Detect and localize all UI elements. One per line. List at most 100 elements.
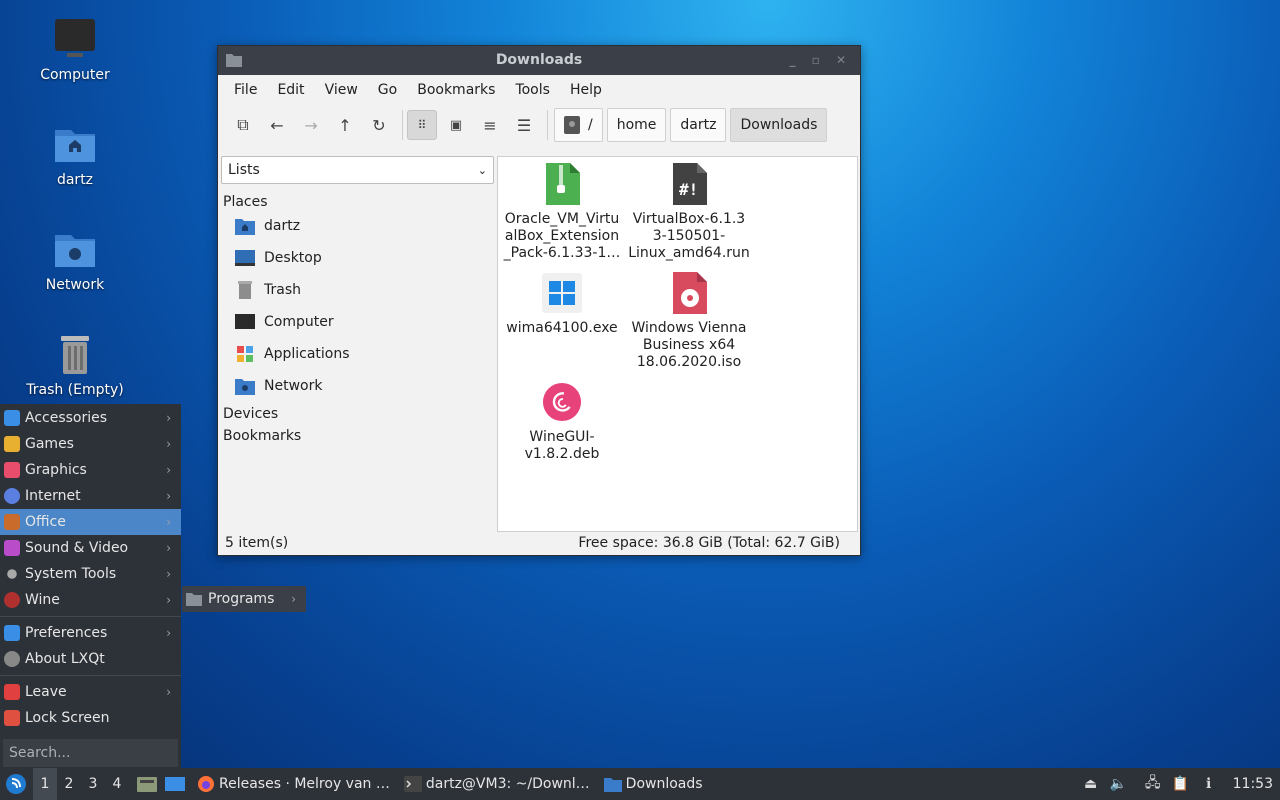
sidebar-item-network[interactable]: Network xyxy=(221,370,494,402)
menu-edit[interactable]: Edit xyxy=(267,82,314,98)
menu-separator xyxy=(0,675,181,676)
windows-exe-icon xyxy=(542,273,582,313)
folder-icon xyxy=(226,54,242,67)
chevron-right-icon: › xyxy=(166,411,171,425)
system-tray: ⏏ 🔈 🖧 📋 ℹ 11:53 xyxy=(1075,768,1280,800)
file-item[interactable]: #! VirtualBox-6.1.3 3-150501- Linux_amd6… xyxy=(625,157,753,262)
update-notification-icon[interactable]: ℹ xyxy=(1197,774,1221,794)
breadcrumb-root[interactable]: / xyxy=(554,108,603,142)
chevron-right-icon: › xyxy=(166,515,171,529)
up-arrow-icon[interactable]: ↑ xyxy=(330,110,360,140)
file-item[interactable]: Windows Vienna Business x64 18.06.2020.i… xyxy=(625,266,753,371)
compact-view-icon[interactable]: ≡ xyxy=(475,110,505,140)
file-item[interactable]: wima64100.exe xyxy=(498,266,626,337)
svg-text:#!: #! xyxy=(679,180,698,199)
chevron-right-icon: › xyxy=(166,626,171,640)
menu-item-internet[interactable]: Internet › xyxy=(0,483,181,509)
status-item-count: 5 item(s) xyxy=(225,535,289,551)
menu-item-sound-video[interactable]: Sound & Video › xyxy=(0,535,181,561)
toolbar-separator xyxy=(402,110,403,140)
show-desktop-icon[interactable] xyxy=(165,776,185,792)
menubar: File Edit View Go Bookmarks Tools Help xyxy=(218,75,860,105)
task-firefox[interactable]: Releases · Melroy van … xyxy=(197,775,390,793)
sidebar-item-computer[interactable]: Computer xyxy=(221,306,494,338)
sidebar-item-trash[interactable]: Trash xyxy=(221,274,494,306)
desktop-icon-home[interactable]: dartz xyxy=(10,122,140,188)
sidebar-item-desktop[interactable]: Desktop xyxy=(221,242,494,274)
wine-icon xyxy=(4,592,20,608)
desktop-icon-computer[interactable]: Computer xyxy=(10,17,140,83)
menu-go[interactable]: Go xyxy=(368,82,407,98)
desktop-icon-label: Computer xyxy=(40,67,110,83)
new-tab-icon[interactable]: ⧉ xyxy=(228,110,258,140)
workspace-4[interactable]: 4 xyxy=(105,776,129,792)
sidebar-item-dartz[interactable]: dartz xyxy=(221,210,494,242)
menu-item-preferences[interactable]: Preferences › xyxy=(0,620,181,646)
file-manager-window[interactable]: Downloads _ ▫ ✕ File Edit View Go Bookma… xyxy=(217,45,861,556)
thumbnail-view-icon[interactable]: ▣ xyxy=(441,110,471,140)
breadcrumb-downloads[interactable]: Downloads xyxy=(730,108,828,142)
menu-item-system-tools[interactable]: System Tools › xyxy=(0,561,181,587)
menu-view[interactable]: View xyxy=(315,82,368,98)
firefox-icon xyxy=(198,776,214,792)
menu-item-about-lxqt[interactable]: About LXQt xyxy=(0,646,181,672)
menu-item-accessories[interactable]: Accessories › xyxy=(0,405,181,431)
bookmarks-heading[interactable]: Bookmarks xyxy=(221,428,494,444)
lxqt-start-icon[interactable] xyxy=(5,773,27,795)
menu-item-office[interactable]: Office › xyxy=(0,509,181,535)
task-terminal[interactable]: dartz@VM3: ~/Downl… xyxy=(403,775,590,793)
sidebar-item-applications[interactable]: Applications xyxy=(221,338,494,370)
network-icon[interactable]: 🖧 xyxy=(1141,774,1165,794)
clipboard-icon[interactable]: 📋 xyxy=(1169,774,1193,794)
eject-icon[interactable]: ⏏ xyxy=(1079,774,1103,794)
office-icon xyxy=(4,514,20,530)
file-manager-launcher-icon[interactable] xyxy=(137,775,157,793)
volume-icon[interactable]: 🔈 xyxy=(1107,774,1131,794)
script-icon: #! xyxy=(673,163,707,205)
places-heading[interactable]: Places xyxy=(221,194,494,210)
menu-item-wine[interactable]: Wine › xyxy=(0,587,181,613)
menu-help[interactable]: Help xyxy=(560,82,612,98)
side-pane-mode-select[interactable]: Lists ⌄ xyxy=(221,156,494,184)
breadcrumb-dartz[interactable]: dartz xyxy=(670,108,727,142)
file-item[interactable]: WineGUI- v1.8.2.deb xyxy=(498,375,626,463)
toolbar-separator xyxy=(547,110,548,140)
accessories-icon xyxy=(4,410,20,426)
desktop-icon-trash[interactable]: Trash (Empty) xyxy=(10,332,140,398)
system-tools-icon xyxy=(7,569,17,579)
task-downloads[interactable]: Downloads xyxy=(603,775,703,793)
file-item[interactable]: Oracle_VM_Virtu alBox_Extension _Pack-6.… xyxy=(498,157,626,262)
menu-item-lock-screen[interactable]: Lock Screen xyxy=(0,705,181,731)
side-pane: Lists ⌄ Places dartz Desktop Trash Compu… xyxy=(221,156,494,531)
chevron-right-icon: › xyxy=(166,437,171,451)
menu-search-input[interactable]: Search... xyxy=(3,739,178,767)
back-arrow-icon[interactable]: ← xyxy=(262,110,292,140)
desktop-icon-label: Network xyxy=(45,277,105,293)
detail-view-icon[interactable]: ☰ xyxy=(509,110,539,140)
devices-heading[interactable]: Devices xyxy=(221,406,494,422)
workspace-1[interactable]: 1 xyxy=(33,768,57,800)
menu-item-graphics[interactable]: Graphics › xyxy=(0,457,181,483)
icon-view-icon[interactable]: ⠿ xyxy=(407,110,437,140)
network-folder-icon xyxy=(55,235,95,267)
trash-icon xyxy=(61,336,89,374)
breadcrumb-home[interactable]: home xyxy=(606,108,667,142)
menu-item-leave[interactable]: Leave › xyxy=(0,679,181,705)
window-titlebar[interactable]: Downloads _ ▫ ✕ xyxy=(218,46,860,75)
submenu-item-programs[interactable]: Programs › xyxy=(182,586,306,612)
desktop-icon-network[interactable]: Network xyxy=(10,227,140,293)
menu-bookmarks[interactable]: Bookmarks xyxy=(407,82,505,98)
drive-icon xyxy=(564,116,580,134)
workspace-3[interactable]: 3 xyxy=(81,776,105,792)
window-controls[interactable]: _ ▫ ✕ xyxy=(789,46,852,75)
reload-icon[interactable]: ↻ xyxy=(364,110,394,140)
menu-tools[interactable]: Tools xyxy=(505,82,560,98)
clock[interactable]: 11:53 xyxy=(1233,776,1273,792)
menu-file[interactable]: File xyxy=(224,82,267,98)
forward-arrow-icon[interactable]: → xyxy=(296,110,326,140)
workspace-2[interactable]: 2 xyxy=(57,776,81,792)
file-view[interactable]: Oracle_VM_Virtu alBox_Extension _Pack-6.… xyxy=(497,156,858,532)
preferences-icon xyxy=(4,625,20,641)
chevron-right-icon: › xyxy=(166,567,171,581)
menu-item-games[interactable]: Games › xyxy=(0,431,181,457)
